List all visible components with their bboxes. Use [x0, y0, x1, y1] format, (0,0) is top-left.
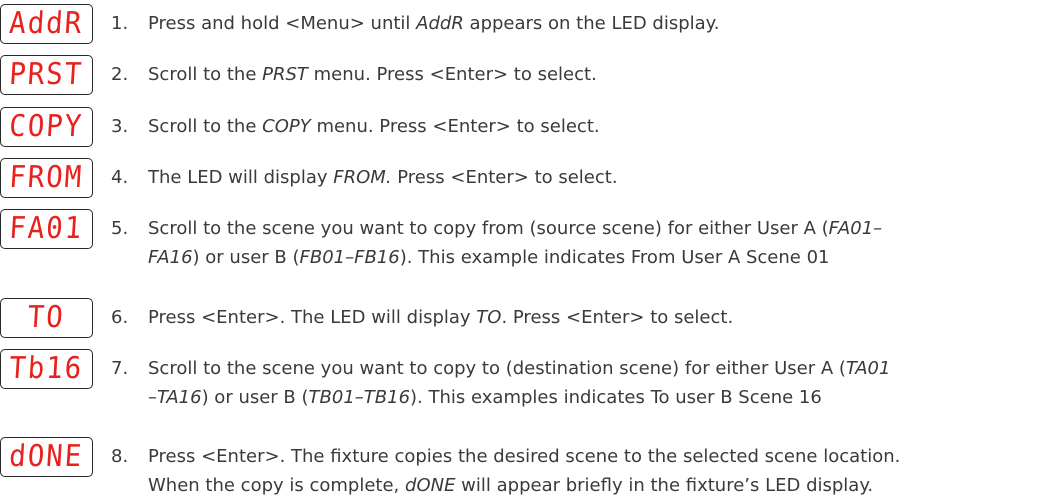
step-text: Scroll to the scene you want to copy to …: [148, 354, 1038, 412]
text-segment: When the copy is complete,: [148, 475, 406, 496]
step-number: 8.: [111, 446, 129, 467]
step-text: Press and hold <Menu> until AddR appears…: [148, 9, 1038, 38]
step-number: 1.: [111, 13, 129, 34]
step-text: Scroll to the scene you want to copy fro…: [148, 214, 1038, 272]
step-text: Scroll to the PRST menu. Press <Enter> t…: [148, 60, 1038, 89]
text-segment: The LED will display: [148, 167, 334, 188]
step-text-line: FA16) or user B (FB01–FB16). This exampl…: [148, 243, 1038, 272]
led-text: AddR: [8, 6, 85, 41]
step-number: 7.: [111, 358, 129, 379]
text-segment: Scroll to the scene you want to copy fro…: [148, 218, 829, 239]
step-number: 5.: [111, 218, 129, 239]
led-code-text: FA01–: [828, 218, 883, 239]
text-segment: Press <Enter>. The LED will display: [148, 307, 477, 328]
step-number: 6.: [111, 307, 129, 328]
led-text: FROM: [8, 160, 85, 195]
text-segment: Press and hold <Menu> until: [148, 13, 417, 34]
led-text: PRST: [8, 57, 85, 92]
step-text: The LED will display FROM. Press <Enter>…: [148, 163, 1038, 192]
led-text: COPY: [8, 109, 85, 144]
led-text: TO: [26, 300, 67, 335]
led-code-text: TB01–TB16: [308, 387, 411, 408]
text-segment: ). This examples indicates To user B Sce…: [410, 387, 822, 408]
step-text-line: Press <Enter>. The LED will display TO. …: [148, 303, 1038, 332]
text-segment: . Press <Enter> to select.: [501, 307, 734, 328]
copy-scene-steps: AddR 1. Press and hold <Menu> until AddR…: [0, 0, 1042, 499]
led-code-text: AddR: [416, 13, 464, 34]
step-text-line: The LED will display FROM. Press <Enter>…: [148, 163, 1038, 192]
led-code-text: FB01–FB16: [299, 247, 400, 268]
text-segment: appears on the LED display.: [463, 13, 720, 34]
text-segment: ) or user B (: [201, 387, 309, 408]
led-text: dONE: [8, 439, 85, 474]
led-display-icon: dONE: [0, 437, 93, 477]
led-code-text: FA16: [148, 247, 193, 268]
step-number: 2.: [111, 64, 129, 85]
step-text: Press <Enter>. The LED will display TO. …: [148, 303, 1038, 332]
led-code-text: TO: [476, 307, 502, 328]
text-segment: menu. Press <Enter> to select.: [310, 116, 600, 137]
led-code-text: TA01: [845, 358, 891, 379]
step-text-line: –TA16) or user B (TB01–TB16). This examp…: [148, 383, 1038, 412]
led-code-text: dONE: [405, 475, 456, 496]
text-segment: Scroll to the: [148, 116, 263, 137]
text-segment: will appear briefly in the fixture’s LED…: [455, 475, 874, 496]
led-text: FA01: [8, 211, 85, 246]
led-text: Tb16: [8, 351, 85, 386]
text-segment: ) or user B (: [192, 247, 300, 268]
text-segment: Scroll to the scene you want to copy to …: [148, 358, 846, 379]
step-text-line: Scroll to the COPY menu. Press <Enter> t…: [148, 112, 1038, 141]
step-text-line: Press and hold <Menu> until AddR appears…: [148, 9, 1038, 38]
text-segment: Press <Enter> to select.: [391, 167, 618, 188]
text-segment: Press <Enter>. The fixture copies the de…: [148, 446, 901, 467]
step-text-line: Scroll to the PRST menu. Press <Enter> t…: [148, 60, 1038, 89]
led-display-icon: COPY: [0, 107, 93, 147]
step-text-line: Scroll to the scene you want to copy to …: [148, 354, 1038, 383]
led-display-icon: AddR: [0, 4, 93, 44]
step-text-line: When the copy is complete, dONE will app…: [148, 471, 1038, 500]
led-code-text: PRST: [262, 64, 308, 85]
led-code-text: FROM.: [333, 167, 392, 188]
step-text: Scroll to the COPY menu. Press <Enter> t…: [148, 112, 1038, 141]
led-code-text: COPY: [262, 116, 311, 137]
led-display-icon: FA01: [0, 209, 93, 249]
text-segment: Scroll to the: [148, 64, 263, 85]
step-text-line: Scroll to the scene you want to copy fro…: [148, 214, 1038, 243]
step-text: Press <Enter>. The fixture copies the de…: [148, 442, 1038, 500]
step-number: 4.: [111, 167, 129, 188]
step-text-line: Press <Enter>. The fixture copies the de…: [148, 442, 1038, 471]
led-display-icon: FROM: [0, 158, 93, 198]
text-segment: ). This example indicates From User A Sc…: [399, 247, 830, 268]
led-code-text: –TA16: [148, 387, 202, 408]
text-segment: menu. Press <Enter> to select.: [307, 64, 597, 85]
led-display-icon: TO: [0, 298, 93, 338]
step-number: 3.: [111, 116, 129, 137]
led-display-icon: PRST: [0, 55, 93, 95]
led-display-icon: Tb16: [0, 349, 93, 389]
